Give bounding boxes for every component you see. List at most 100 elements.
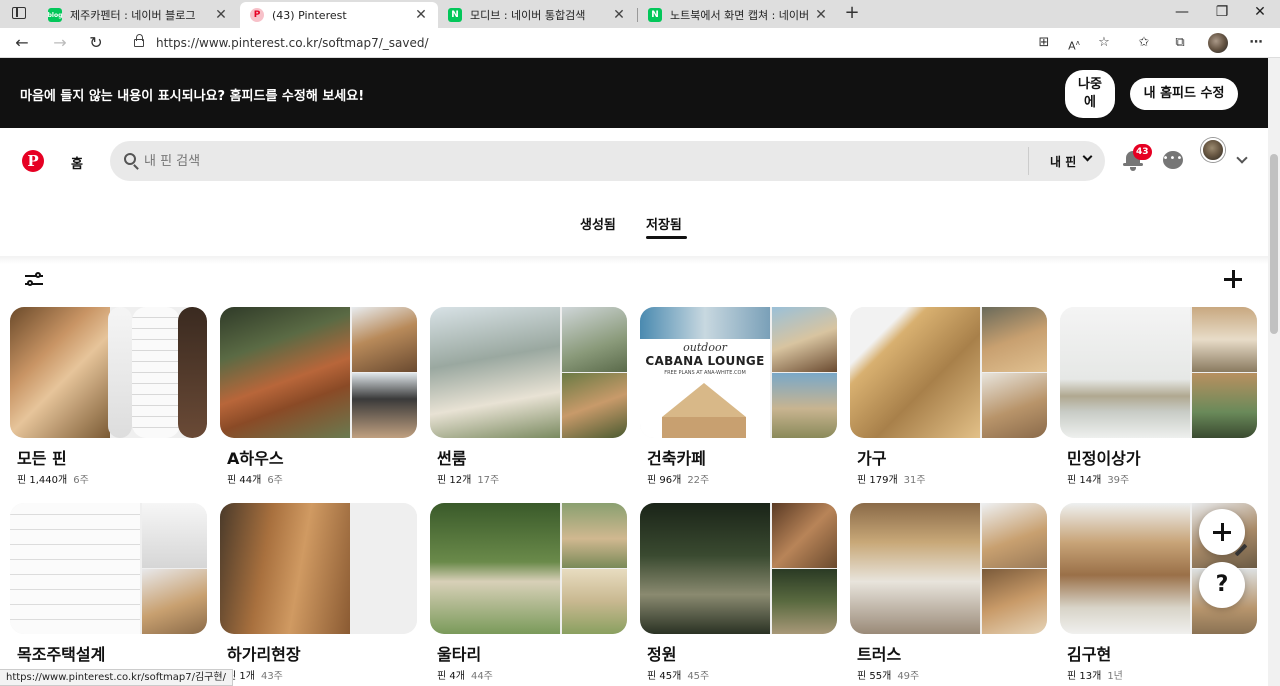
naver-favicon-icon: N (648, 8, 662, 22)
browser-tab-naver-search[interactable]: N 모디브 : 네이버 통합검색 ✕ (438, 2, 636, 28)
collections-icon[interactable]: ⧉ (1172, 35, 1188, 51)
active-tab-underline (646, 236, 687, 239)
minimize-icon[interactable]: — (1162, 4, 1202, 20)
settings-more-icon[interactable]: ⋯ (1248, 35, 1264, 51)
board-cover[interactable] (640, 503, 837, 634)
board-meta: 핀 1개 43주 (227, 671, 283, 682)
url-text: https://www.pinterest.co.kr/softmap7/_sa… (156, 36, 429, 50)
tab-created[interactable]: 생성됨 (580, 214, 616, 233)
board-meta: 핀 96개 22주 (647, 475, 710, 486)
close-tab-icon[interactable]: ✕ (414, 7, 428, 23)
cover-image-floorplan (132, 307, 180, 438)
cover-image-dome (562, 307, 627, 372)
banner-message: 마음에 들지 않는 내용이 표시되나요? 홈피드를 수정해 보세요! (20, 89, 365, 104)
cover-image-aframe-dark (352, 373, 417, 438)
board-title: 목조주택설계 (17, 645, 106, 664)
cover-image-blueprint (108, 307, 132, 438)
close-tab-icon[interactable]: ✕ (814, 7, 828, 23)
read-aloud-icon[interactable]: Aʌ (1066, 35, 1082, 53)
profile-tabs: 생성됨 저장됨 (0, 208, 1268, 248)
board-cover[interactable] (850, 503, 1047, 634)
close-tab-icon[interactable]: ✕ (612, 7, 626, 23)
new-tab-icon[interactable]: + (842, 3, 862, 23)
cover-image-aframe-build (352, 307, 417, 372)
browser-tab-naver-capture[interactable]: N 노트북에서 화면 캡쳐 : 네이버 ... ✕ (638, 2, 838, 28)
board-cover[interactable]: outdoor CABANA LOUNGE FREE PLANS AT ANA-… (640, 307, 837, 438)
close-window-icon[interactable]: ✕ (1240, 4, 1280, 20)
maximize-icon[interactable]: ❐ (1202, 4, 1242, 20)
page-scrollbar[interactable] (1268, 58, 1280, 686)
cover-image-lounge-chair (772, 307, 837, 372)
cover-image-aframe-frame (10, 307, 110, 438)
pinterest-page: 마음에 들지 않는 내용이 표시되나요? 홈피드를 수정해 보세요! 나중 에 … (0, 58, 1268, 686)
tab-title: 제주카펜터 : 네이버 블로그 (70, 9, 196, 22)
home-link[interactable]: 홈 (71, 153, 83, 172)
board-cover[interactable] (850, 307, 1047, 438)
cover-image-pavilion (1060, 307, 1190, 438)
browser-profile-avatar[interactable] (1208, 33, 1228, 53)
tab-saved[interactable]: 저장됨 (646, 214, 682, 233)
status-bar-link-preview: https://www.pinterest.co.kr/softmap7/김구현… (0, 669, 233, 686)
cover-image-tower (772, 373, 837, 438)
board-cover[interactable] (220, 503, 417, 634)
reload-icon[interactable]: ↻ (86, 33, 106, 53)
board-title: 썬룸 (437, 449, 467, 468)
cover-image-interior (178, 307, 207, 438)
search-input[interactable] (144, 141, 1024, 181)
cover-image-chair (982, 307, 1047, 372)
lock-icon[interactable] (134, 34, 144, 47)
tab-title: 모디브 : 네이버 통합검색 (470, 9, 586, 22)
cover-image-greenhouse (562, 373, 627, 438)
board-meta: 핀 45개 45주 (647, 671, 710, 682)
board-cover[interactable] (220, 307, 417, 438)
browser-tab-pinterest[interactable]: P (43) Pinterest ✕ (240, 2, 438, 28)
cover-image-wood-gate (430, 503, 560, 634)
site-header: P 홈 내 핀 43 ••• (0, 128, 1268, 196)
cover-image-truss-interior (850, 503, 980, 634)
back-icon[interactable]: ← (12, 33, 32, 53)
search-scope-dropdown[interactable]: 내 핀 (1050, 153, 1076, 170)
close-tab-icon[interactable]: ✕ (214, 7, 228, 23)
board-cover[interactable] (10, 503, 207, 634)
cover-image-sunroom (430, 307, 560, 438)
board-title: 울타리 (437, 645, 482, 664)
board-meta: 핀 12개 17주 (437, 475, 500, 486)
forward-icon[interactable]: → (50, 33, 70, 53)
board-cover[interactable] (10, 307, 207, 438)
board-cover[interactable] (1060, 307, 1257, 438)
help-button[interactable]: ? (1199, 562, 1245, 608)
board-title: 김구현 (1067, 645, 1112, 664)
browser-tab-jejucarpenter[interactable]: blog 제주카펜터 : 네이버 블로그 ✕ (38, 2, 238, 28)
cover-image-fence (562, 503, 627, 568)
cover-image-terrace (1192, 373, 1257, 438)
board-title: 모든 핀 (17, 449, 67, 468)
board-meta: 핀 13개 1년 (1067, 671, 1123, 682)
edit-homefeed-button[interactable]: 내 홈피드 수정 (1130, 78, 1238, 110)
scrollbar-thumb[interactable] (1270, 154, 1278, 334)
later-button[interactable]: 나중 에 (1065, 70, 1115, 118)
board-meta: 핀 1,440개 6주 (17, 475, 89, 486)
cover-image-wood-wall (772, 503, 837, 568)
favorites-icon[interactable]: ✩ (1136, 35, 1152, 51)
url-field[interactable]: https://www.pinterest.co.kr/softmap7/_sa… (120, 31, 1125, 55)
messages-icon[interactable]: ••• (1162, 149, 1184, 171)
board-title: 민정이상가 (1067, 449, 1141, 468)
add-favorite-icon[interactable]: ☆ (1096, 35, 1112, 51)
notification-count-badge: 43 (1133, 144, 1152, 160)
chevron-down-icon[interactable] (1082, 151, 1093, 162)
board-title: 건축카페 (647, 449, 706, 468)
board-title: 정원 (647, 645, 677, 664)
create-add-icon[interactable] (1222, 268, 1244, 290)
user-avatar[interactable] (1201, 138, 1225, 162)
pinterest-logo-icon[interactable]: P (22, 150, 44, 172)
filter-options-icon[interactable] (25, 272, 43, 288)
toolbar-shadow (0, 256, 1268, 264)
board-cover[interactable] (430, 307, 627, 438)
cover-image-elevation (142, 503, 207, 568)
board-cover[interactable] (430, 503, 627, 634)
tab-actions-icon[interactable] (12, 7, 26, 19)
app-available-icon[interactable]: ⊞ (1036, 35, 1052, 51)
homefeed-banner: 마음에 들지 않는 내용이 표시되나요? 홈피드를 수정해 보세요! 나중 에 … (0, 58, 1268, 128)
cover-image-aframe-house (220, 307, 350, 438)
cover-image-garden-path (640, 503, 770, 634)
